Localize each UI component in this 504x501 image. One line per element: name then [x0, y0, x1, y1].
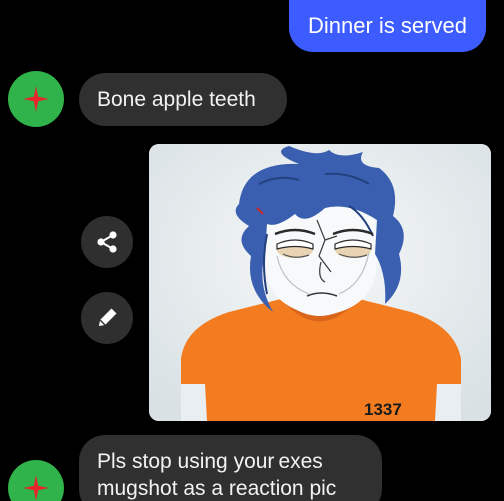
edit-button[interactable] [81, 292, 133, 344]
contact-avatar[interactable] [8, 71, 64, 127]
pencil-icon [99, 308, 117, 326]
overlay-text: exes [278, 450, 323, 473]
shared-image[interactable]: 1337 [149, 144, 491, 421]
incoming-message-text: Bone apple teeth [97, 87, 256, 111]
incoming-message-line: Pls stop using your exes [97, 448, 364, 475]
sparkle-icon [23, 86, 49, 112]
incoming-message-text: Pls stop using your [97, 450, 275, 473]
mugshot-drawing: 1337 [149, 144, 491, 421]
outgoing-message-text: Dinner is served [308, 13, 467, 38]
incoming-message-bubble[interactable]: Pls stop using your exes mugshot as a rea… [79, 435, 382, 501]
sparkle-icon [23, 475, 49, 501]
share-button[interactable] [81, 216, 133, 268]
incoming-message-bubble[interactable]: Bone apple teeth [79, 73, 287, 126]
shirt-number: 1337 [364, 400, 402, 419]
chat-thread: Dinner is served Bone apple teeth 1337 P… [0, 0, 504, 501]
outgoing-message-bubble[interactable]: Dinner is served [289, 0, 486, 52]
share-icon [97, 231, 117, 253]
contact-avatar[interactable] [8, 460, 64, 501]
incoming-message-text: mugshot as a reaction pic [97, 477, 337, 500]
